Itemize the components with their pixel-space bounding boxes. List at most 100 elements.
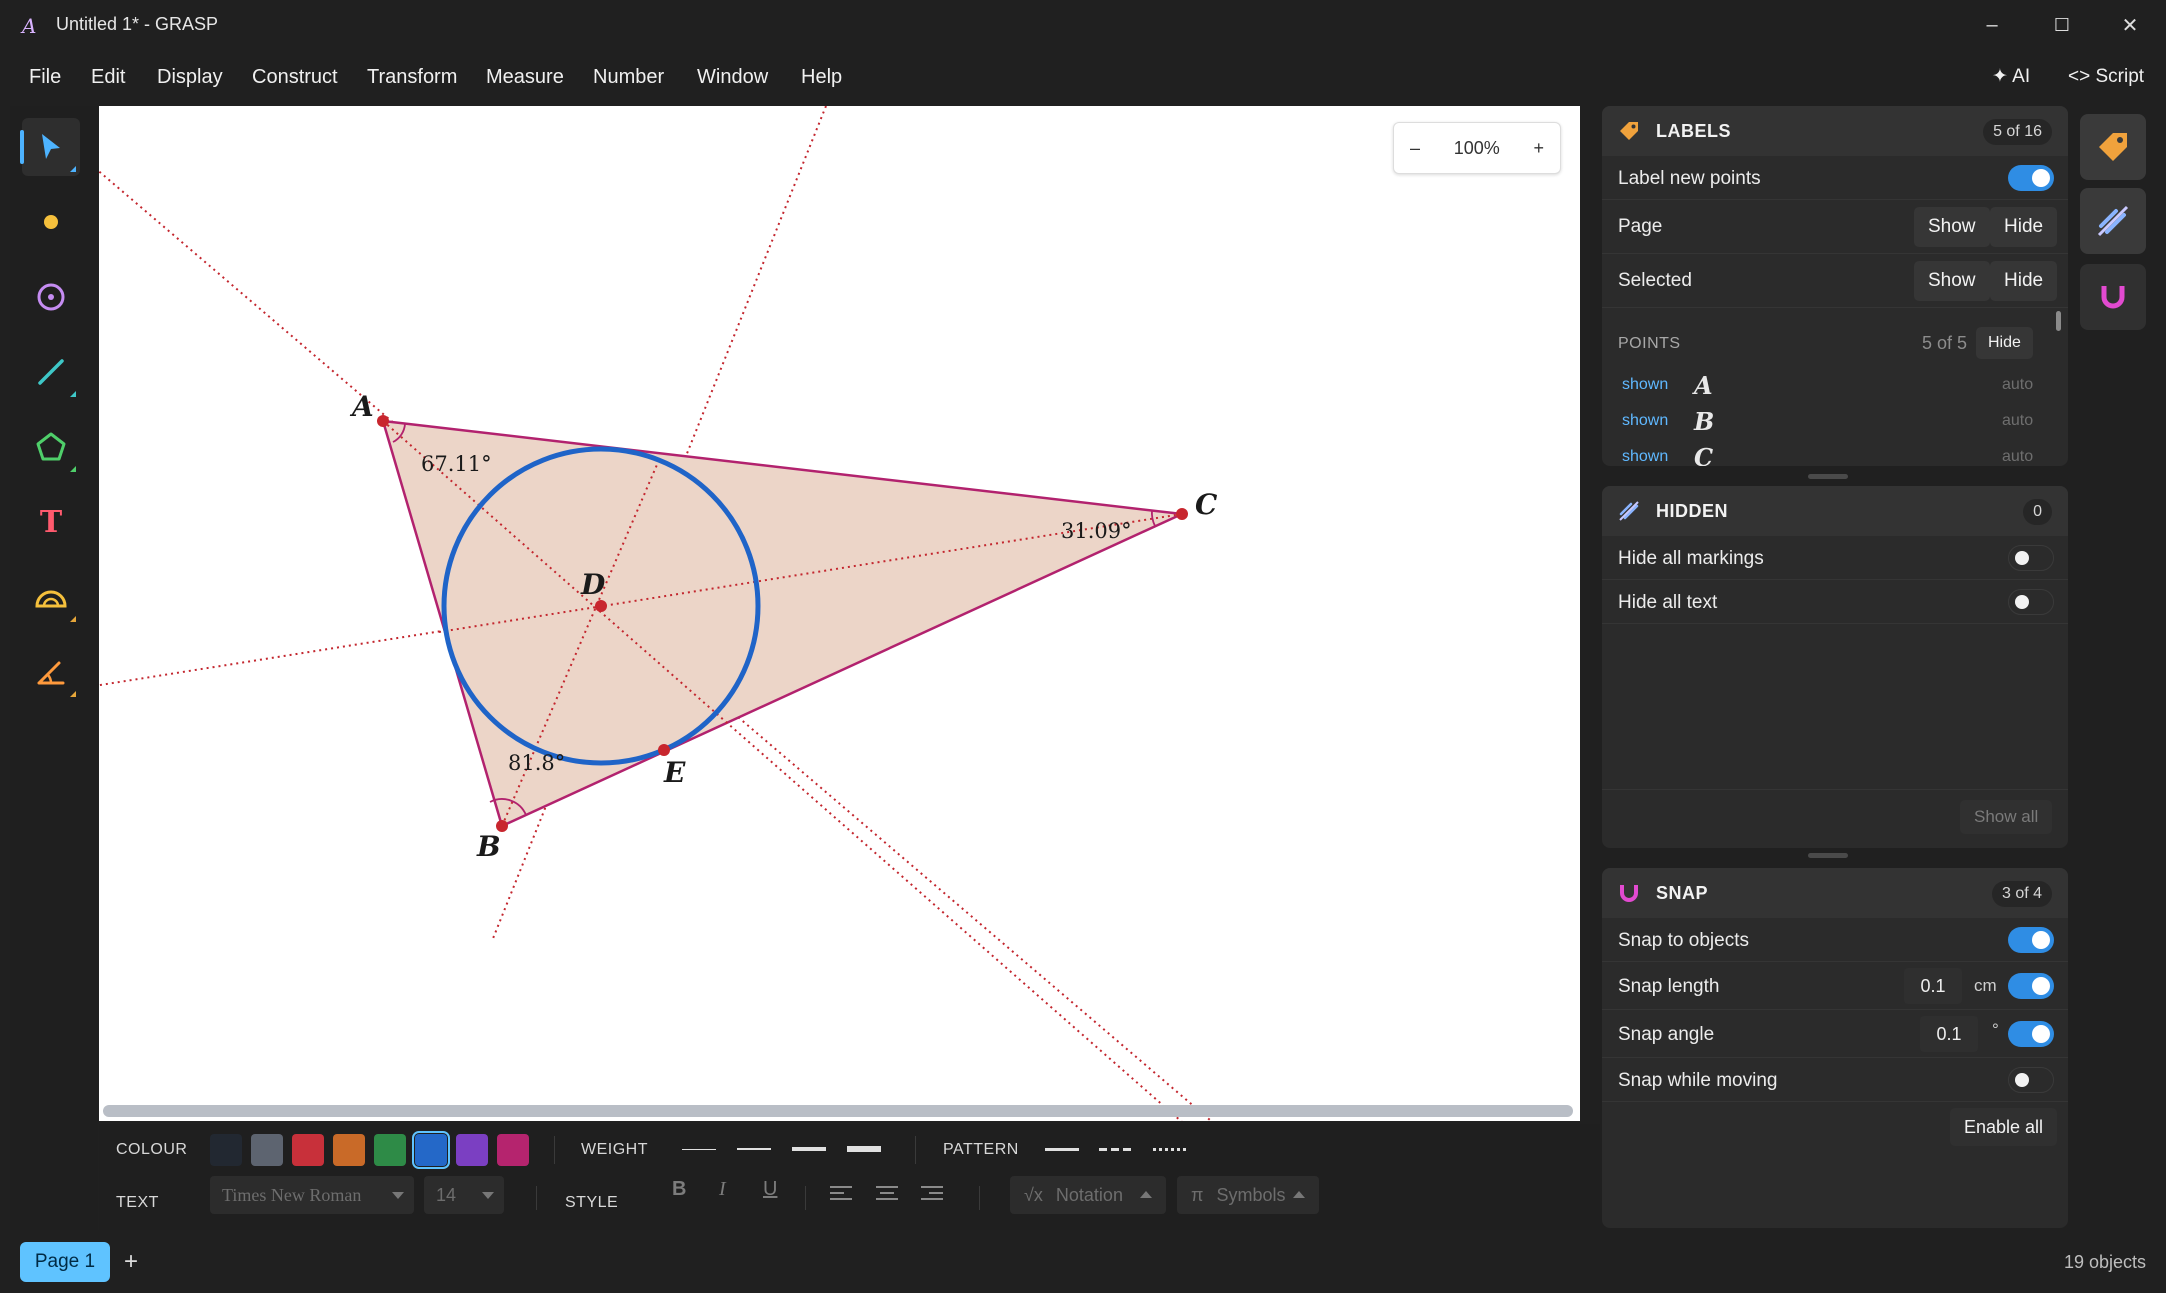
angle-tool[interactable]	[22, 643, 80, 701]
polygon-tool[interactable]	[22, 418, 80, 476]
line-tool[interactable]	[22, 343, 80, 401]
menu-measure[interactable]: Measure	[486, 56, 564, 98]
drawing-canvas[interactable]: A B C D E 67.11° 81.8° 31.09° – 100% +	[99, 106, 1580, 1121]
hidden-panel-header[interactable]: HIDDEN 0	[1602, 486, 2068, 536]
swatch-orange[interactable]	[333, 1134, 365, 1166]
align-left-button[interactable]	[830, 1186, 852, 1204]
snap-panel-header[interactable]: SNAP 3 of 4	[1602, 868, 2068, 918]
point-d[interactable]	[595, 600, 607, 612]
swatch-red[interactable]	[292, 1134, 324, 1166]
point-a[interactable]	[377, 415, 389, 427]
angle-label-b[interactable]: 81.8°	[508, 751, 565, 775]
page-tab-1[interactable]: Page 1	[20, 1242, 110, 1282]
font-family-select[interactable]: Times New Roman	[210, 1176, 414, 1214]
weight-bold[interactable]	[792, 1147, 826, 1151]
enable-all-button[interactable]: Enable all	[1950, 1108, 2058, 1146]
hide-markings-toggle[interactable]	[2008, 545, 2054, 571]
snap-length-toggle[interactable]	[2008, 973, 2054, 999]
point-c[interactable]	[1176, 508, 1188, 520]
labels-panel-header[interactable]: LABELS 5 of 16	[1602, 106, 2068, 156]
menu-edit[interactable]: Edit	[91, 56, 125, 98]
snap-angle-input[interactable]: 0.1	[1920, 1016, 1978, 1052]
weight-thin[interactable]	[682, 1149, 716, 1150]
selected-show-button[interactable]: Show	[1914, 261, 1990, 301]
script-button[interactable]: <> Script	[2068, 56, 2144, 98]
snap-panel-toggle[interactable]	[2080, 264, 2146, 330]
page-hide-button[interactable]: Hide	[1990, 207, 2058, 247]
pattern-dotted[interactable]	[1153, 1148, 1187, 1151]
font-size-select[interactable]: 14	[424, 1176, 504, 1214]
menu-number[interactable]: Number	[593, 56, 664, 98]
sqrt-icon: √x	[1024, 1185, 1043, 1205]
snap-objects-toggle[interactable]	[2008, 927, 2054, 953]
labels-resize-grip[interactable]	[1808, 474, 1848, 479]
add-page-button[interactable]: +	[124, 1242, 138, 1282]
label-new-points-toggle[interactable]	[2008, 165, 2054, 191]
zoom-out-button[interactable]: –	[1410, 138, 1420, 159]
select-tool[interactable]	[20, 118, 80, 176]
snap-panel-title: SNAP	[1656, 883, 1709, 903]
zoom-in-button[interactable]: +	[1533, 138, 1544, 159]
points-hide-button[interactable]: Hide	[1976, 327, 2033, 359]
snap-count-badge: 3 of 4	[1991, 881, 2052, 907]
swatch-grey[interactable]	[251, 1134, 283, 1166]
align-center-button[interactable]	[876, 1186, 898, 1204]
weight-heavy[interactable]	[847, 1146, 881, 1152]
label-d[interactable]: D	[580, 568, 606, 601]
minimize-button[interactable]: –	[1960, 8, 2024, 42]
swatch-black[interactable]	[210, 1134, 242, 1166]
point-tool[interactable]	[22, 193, 80, 251]
swatch-green[interactable]	[374, 1134, 406, 1166]
text-tool[interactable]: T	[22, 493, 80, 551]
maximize-button[interactable]: ☐	[2030, 8, 2094, 42]
label-c[interactable]: C	[1195, 488, 1218, 521]
labels-panel-toggle[interactable]	[2080, 114, 2146, 180]
swatch-magenta[interactable]	[497, 1134, 529, 1166]
point-dot-icon	[44, 215, 58, 229]
snap-moving-toggle[interactable]	[2008, 1067, 2054, 1093]
angle-label-c[interactable]: 31.09°	[1061, 519, 1132, 543]
point-e[interactable]	[658, 744, 670, 756]
underline-button[interactable]: U	[763, 1178, 777, 1201]
snap-angle-toggle[interactable]	[2008, 1021, 2054, 1047]
notation-button[interactable]: √x Notation	[1010, 1176, 1166, 1214]
pattern-solid[interactable]	[1045, 1148, 1079, 1151]
point-row-b[interactable]: shown B auto	[1602, 404, 2068, 438]
hide-text-toggle[interactable]	[2008, 589, 2054, 615]
horizontal-scrollbar[interactable]	[103, 1105, 1573, 1117]
magnet-icon	[1620, 885, 1638, 902]
status-bar: Page 1 + 19 objects	[0, 1238, 2166, 1293]
symbols-button[interactable]: π Symbols	[1177, 1176, 1319, 1214]
swatch-purple[interactable]	[456, 1134, 488, 1166]
points-scrollbar[interactable]	[2056, 311, 2061, 331]
weight-regular[interactable]	[737, 1148, 771, 1150]
menu-file[interactable]: File	[29, 56, 61, 98]
ai-button[interactable]: ✦ AI	[1992, 56, 2030, 98]
selected-hide-button[interactable]: Hide	[1990, 261, 2058, 301]
show-all-button[interactable]: Show all	[1960, 800, 2053, 834]
arc-tool[interactable]	[22, 568, 80, 626]
angle-label-a[interactable]: 67.11°	[421, 452, 492, 476]
sparkle-icon: ✦	[1992, 66, 2008, 87]
pattern-dashed[interactable]	[1099, 1148, 1133, 1151]
snap-length-input[interactable]: 0.1	[1904, 968, 1962, 1004]
menu-construct[interactable]: Construct	[252, 56, 338, 98]
point-row-c[interactable]: shown C auto	[1602, 440, 2068, 466]
close-button[interactable]: ✕	[2098, 8, 2162, 42]
bold-button[interactable]: B	[672, 1178, 686, 1201]
menu-display[interactable]: Display	[157, 56, 223, 98]
align-right-button[interactable]	[921, 1186, 943, 1204]
circle-tool[interactable]	[22, 268, 80, 326]
hidden-panel-toggle[interactable]	[2080, 188, 2146, 254]
label-e[interactable]: E	[663, 756, 686, 789]
menu-window[interactable]: Window	[697, 56, 768, 98]
point-row-a[interactable]: shown A auto	[1602, 368, 2068, 402]
label-a[interactable]: A	[349, 390, 374, 423]
label-b[interactable]: B	[476, 830, 501, 863]
hidden-resize-grip[interactable]	[1808, 853, 1848, 858]
menu-help[interactable]: Help	[801, 56, 842, 98]
menu-transform[interactable]: Transform	[367, 56, 457, 98]
italic-button[interactable]: I	[719, 1178, 726, 1201]
page-show-button[interactable]: Show	[1914, 207, 1990, 247]
swatch-blue[interactable]	[412, 1131, 450, 1169]
